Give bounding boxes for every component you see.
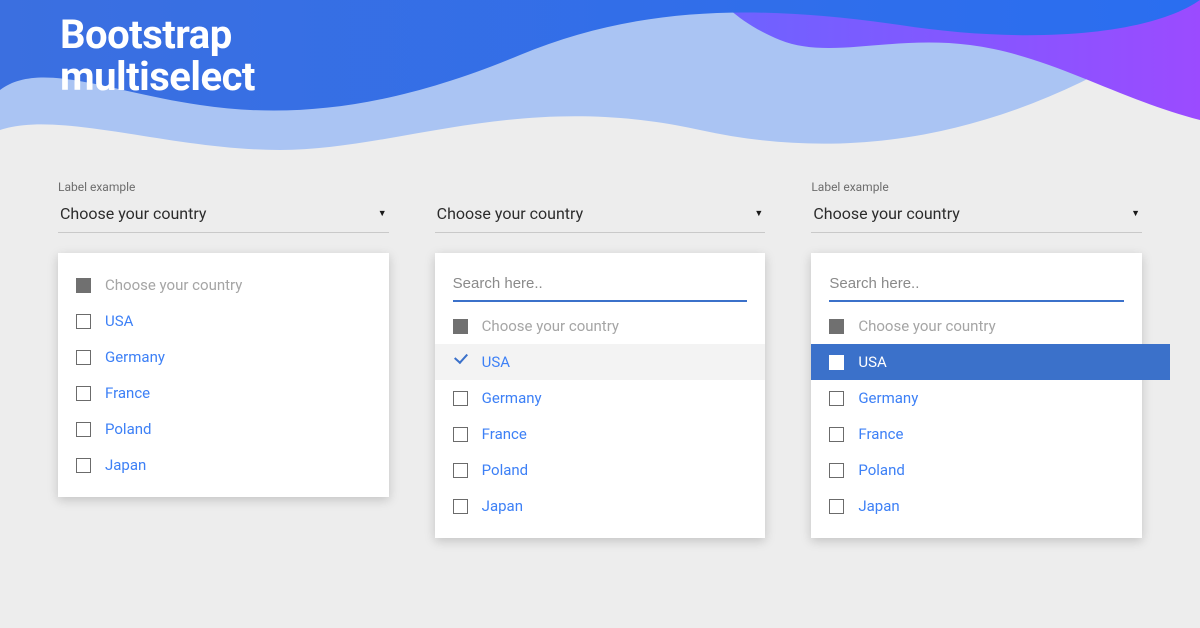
option-label: France (858, 425, 903, 443)
option-label: Germany (105, 348, 165, 366)
field-label (435, 180, 766, 194)
select-trigger[interactable]: Choose your country ▼ (58, 204, 389, 233)
caret-down-icon: ▼ (1131, 208, 1140, 219)
select-trigger[interactable]: Choose your country ▼ (811, 204, 1142, 233)
option-label: Choose your country (858, 317, 995, 335)
option-poland[interactable]: Poland (435, 452, 766, 488)
option-placeholder[interactable]: Choose your country (435, 308, 766, 344)
checkbox-icon (453, 463, 468, 478)
option-label: Germany (482, 389, 542, 407)
field-label: Label example (58, 180, 389, 194)
check-icon (453, 355, 468, 370)
checkbox-icon (76, 422, 91, 437)
search-input[interactable] (453, 267, 748, 302)
caret-down-icon: ▼ (754, 208, 763, 219)
option-label: USA (105, 312, 133, 330)
checkbox-icon (453, 391, 468, 406)
checkbox-icon (76, 386, 91, 401)
option-label: Poland (105, 420, 151, 438)
option-label: USA (858, 353, 886, 371)
field-label: Label example (811, 180, 1142, 194)
checkbox-icon (453, 319, 468, 334)
option-usa[interactable]: USA (58, 303, 389, 339)
dropdown-panel: Choose your country USA Germany France P… (811, 253, 1142, 538)
trigger-text: Choose your country (437, 204, 584, 223)
option-japan[interactable]: Japan (58, 447, 389, 483)
multiselect-search-highlight: Label example Choose your country ▼ Choo… (811, 180, 1142, 538)
option-label: Japan (858, 497, 899, 515)
option-poland[interactable]: Poland (58, 411, 389, 447)
trigger-text: Choose your country (813, 204, 960, 223)
checkbox-icon (829, 391, 844, 406)
option-france[interactable]: France (58, 375, 389, 411)
checkbox-icon (829, 499, 844, 514)
dropdown-panel: Choose your country USA Germany France P… (58, 253, 389, 497)
option-label: Poland (858, 461, 904, 479)
option-label: France (482, 425, 527, 443)
checkbox-icon (829, 427, 844, 442)
option-placeholder[interactable]: Choose your country (58, 267, 389, 303)
option-label: Poland (482, 461, 528, 479)
checkbox-icon (453, 499, 468, 514)
select-trigger[interactable]: Choose your country ▼ (435, 204, 766, 233)
option-germany[interactable]: Germany (811, 380, 1142, 416)
option-poland[interactable]: Poland (811, 452, 1142, 488)
option-label: USA (482, 353, 510, 371)
option-germany[interactable]: Germany (58, 339, 389, 375)
option-label: Choose your country (482, 317, 619, 335)
checkbox-icon (829, 355, 844, 370)
caret-down-icon: ▼ (378, 208, 387, 219)
page-title: Bootstrap multiselect (60, 14, 255, 98)
checkbox-icon (829, 319, 844, 334)
option-label: Japan (105, 456, 146, 474)
title-line-1: Bootstrap (60, 11, 232, 58)
option-japan[interactable]: Japan (811, 488, 1142, 524)
option-france[interactable]: France (811, 416, 1142, 452)
option-label: Choose your country (105, 276, 242, 294)
option-label: Japan (482, 497, 523, 515)
checkbox-icon (76, 314, 91, 329)
checkbox-icon (76, 278, 91, 293)
option-usa[interactable]: USA (435, 344, 766, 380)
checkbox-icon (76, 458, 91, 473)
checkbox-icon (453, 427, 468, 442)
option-japan[interactable]: Japan (435, 488, 766, 524)
trigger-text: Choose your country (60, 204, 207, 223)
multiselect-search-checked: Choose your country ▼ Choose your countr… (435, 180, 766, 538)
title-line-2: multiselect (60, 53, 255, 100)
option-usa[interactable]: USA (811, 344, 1170, 380)
search-input[interactable] (829, 267, 1124, 302)
option-placeholder[interactable]: Choose your country (811, 308, 1142, 344)
option-france[interactable]: France (435, 416, 766, 452)
checkbox-icon (76, 350, 91, 365)
checkbox-icon (829, 463, 844, 478)
multiselect-basic: Label example Choose your country ▼ Choo… (58, 180, 389, 538)
dropdown-panel: Choose your country USA Germany France P… (435, 253, 766, 538)
option-label: France (105, 384, 150, 402)
option-label: Germany (858, 389, 918, 407)
option-germany[interactable]: Germany (435, 380, 766, 416)
